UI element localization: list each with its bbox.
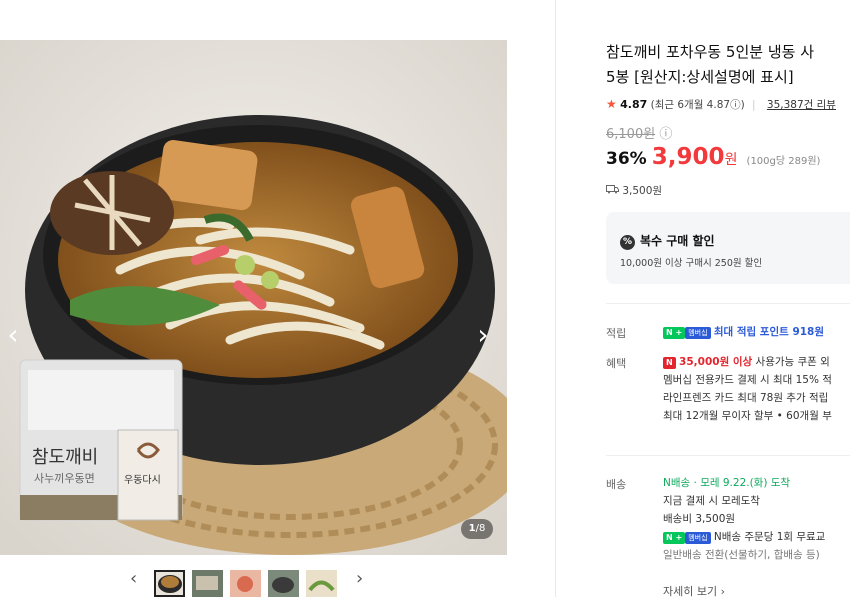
delivery-more-link[interactable]: 자세히 보기 ›: [663, 583, 725, 597]
delivery-line-4: N + 멤버십 N배송 주문당 1회 무료교: [663, 528, 825, 546]
udon-photo: 참도깨비 사누끼우동면 우동다시: [0, 40, 507, 555]
npay-delivery-icon: N: [663, 477, 671, 489]
npay-badge-2: N +: [663, 532, 686, 544]
image-counter: 1/8: [461, 519, 493, 539]
star-icon: ★: [606, 97, 617, 111]
delivery-arrival: · 모레 9.22.(화) 도착: [693, 477, 791, 489]
coupon-badge: N: [663, 357, 676, 369]
next-image-arrow-icon[interactable]: ›: [472, 318, 494, 352]
sachet-text: 우동다시: [124, 474, 161, 486]
product-title-line2: 5봉 [원산지:상세설명에 표시]: [606, 68, 794, 86]
bulk-discount-title-text: 복수 구매 할인: [640, 234, 715, 248]
thumbnail-next-icon[interactable]: ›: [356, 568, 363, 589]
benefit-line-1: N 35,000원 이상 사용가능 쿠폰 외: [663, 353, 832, 371]
thumbnail-strip: ‹ ›: [0, 566, 507, 597]
package-brand-text: 참도깨비: [32, 447, 98, 468]
benefit-line-2: 멤버십 전용카드 결제 시 최대 15% 적: [663, 374, 832, 386]
product-info-panel: 참도깨비 포차우동 5인분 냉동 사 5봉 [원산지:상세설명에 표시] ★ 4…: [606, 0, 850, 597]
thumbnail-1[interactable]: [154, 570, 185, 597]
thumbnail-3-image: [230, 570, 261, 597]
shipping-fee-value: 3,500원: [622, 185, 663, 197]
image-counter-current: 1: [468, 523, 476, 534]
rating-score: 4.87: [620, 98, 648, 111]
delivery-label: 배송: [606, 478, 627, 491]
membership-badge-2: 멤버십: [685, 532, 711, 544]
delivery-info: N배송 · 모레 9.22.(화) 도착 지금 결제 시 모레도착 배송비 3,…: [663, 474, 825, 564]
free-return-text: N배송 주문당 1회 무료교: [713, 531, 826, 543]
thumbnail-2[interactable]: [192, 570, 223, 597]
delivery-type: 배송: [670, 477, 691, 489]
thumbnail-5[interactable]: [306, 570, 337, 597]
price-info-icon[interactable]: ⓘ: [659, 127, 672, 142]
rating-recent[interactable]: (최근 6개월 4.87ⓘ): [651, 99, 745, 111]
benefit-line-4: 최대 12개월 무이자 할부 • 60개월 부: [663, 410, 832, 422]
bulk-discount-title: % 복수 구매 할인: [620, 232, 715, 250]
delivery-line-2: 지금 결제 시 모레도착: [663, 495, 760, 507]
membership-badge: 멤버십: [685, 327, 711, 339]
delivery-line-1: N배송 · 모레 9.22.(화) 도착: [663, 474, 825, 492]
previous-image-arrow-icon[interactable]: ‹: [2, 318, 24, 352]
bulk-discount-box[interactable]: % 복수 구매 할인 10,000원 이상 구매시 250원 할인: [606, 212, 850, 284]
thumbnail-5-image: [306, 570, 337, 597]
original-price: 6,100원 ⓘ: [606, 123, 672, 142]
truck-icon: [606, 185, 622, 197]
thumbnail-prev-icon[interactable]: ‹: [130, 568, 137, 589]
original-price-value: 6,100원: [606, 127, 656, 142]
review-count-link[interactable]: 35,387건 리뷰: [767, 99, 836, 111]
package-sub-text: 사누끼우동면: [34, 472, 95, 485]
thumbnail-1-image: [154, 570, 185, 597]
points-text[interactable]: 최대 적립 포인트 918원: [714, 326, 824, 338]
coupon-threshold[interactable]: 35,000원 이상: [679, 356, 752, 368]
section-divider-2: [606, 455, 850, 456]
sale-price-row: 36% 3,900원 (100g당 289원): [606, 144, 820, 170]
sale-price-won: 원: [724, 152, 738, 168]
bulk-discount-desc: 10,000원 이상 구매시 250원 할인: [620, 258, 763, 269]
thumbnail-3[interactable]: [230, 570, 261, 597]
benefits-label: 혜택: [606, 357, 627, 370]
image-counter-total: /8: [475, 523, 486, 534]
discount-icon: %: [620, 235, 635, 250]
shipping-fee: 3,500원: [606, 183, 662, 198]
discount-percent: 36%: [606, 149, 647, 169]
benefits-list: N 35,000원 이상 사용가능 쿠폰 외 멤버십 전용카드 결제 시 최대 …: [663, 353, 832, 425]
coupon-rest: 사용가능 쿠폰 외: [755, 356, 830, 368]
points-label: 적립: [606, 327, 627, 340]
sale-price: 3,900: [651, 144, 725, 170]
thumbnail-4[interactable]: [268, 570, 299, 597]
thumbnail-2-image: [192, 570, 223, 597]
npay-badge: N +: [663, 327, 686, 339]
rating-separator: |: [752, 99, 756, 111]
delivery-line-5: 일반배송 전환(선물하기, 합배송 등): [663, 549, 820, 561]
section-divider-1: [606, 303, 850, 304]
thumbnail-4-image: [268, 570, 299, 597]
product-title: 참도깨비 포차우동 5인분 냉동 사 5봉 [원산지:상세설명에 표시]: [606, 40, 850, 90]
rating-row: ★ 4.87 (최근 6개월 4.87ⓘ) | 35,387건 리뷰: [606, 97, 836, 112]
points-value: N + 멤버십 최대 적립 포인트 918원: [663, 323, 824, 341]
product-main-image[interactable]: 참도깨비 사누끼우동면 우동다시 ‹ ›: [0, 40, 507, 555]
delivery-line-3: 배송비 3,500원: [663, 513, 736, 525]
unit-price: (100g당 289원): [746, 156, 821, 167]
column-divider: [555, 0, 556, 597]
product-title-line1: 참도깨비 포차우동 5인분 냉동 사: [606, 43, 815, 61]
benefit-line-3: 라인프렌즈 카드 최대 78원 추가 적립: [663, 392, 829, 404]
